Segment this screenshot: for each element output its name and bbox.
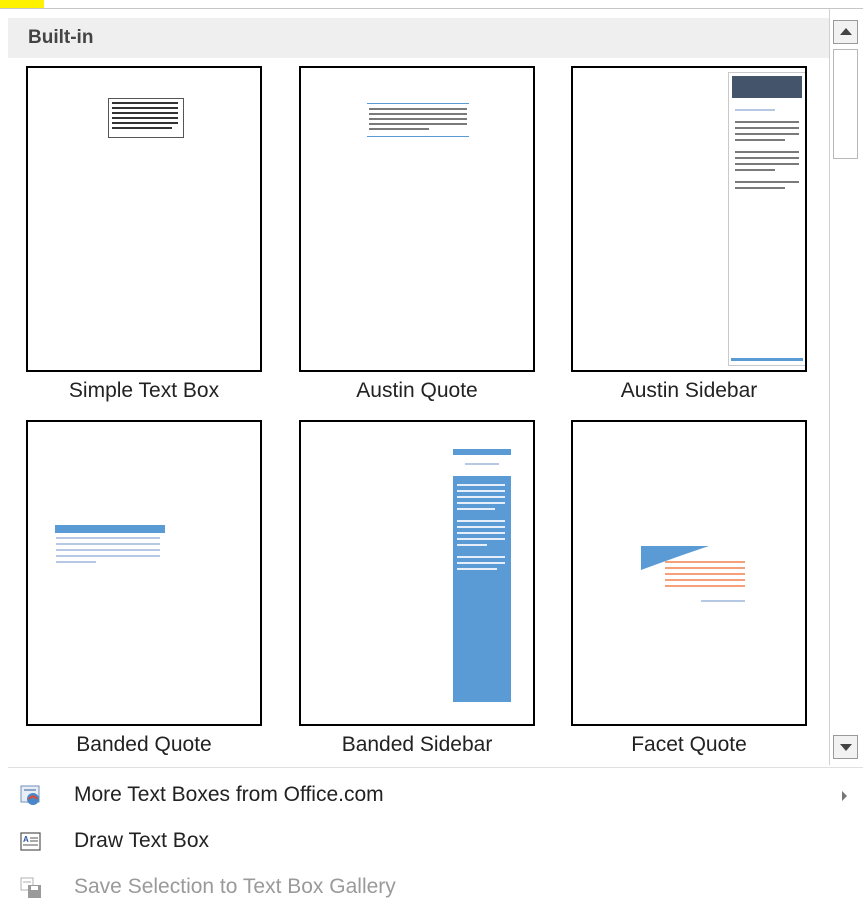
text-box-gallery: Built-in Simple Text Box Austin Quote Au… [8, 9, 829, 765]
scroll-down-button[interactable] [833, 735, 858, 759]
gallery-item-simple-text-box[interactable] [26, 66, 262, 372]
arrow-down-icon [840, 744, 852, 751]
gallery-item-austin-quote[interactable] [299, 66, 535, 372]
gallery-item-label: Simple Text Box [68, 379, 220, 402]
gallery-item-label: Facet Quote [631, 733, 747, 756]
menu-item-label: Save Selection to Text Box Gallery [74, 875, 396, 898]
gallery-item-label: Banded Sidebar [341, 733, 493, 756]
menu-item-label: More Text Boxes from Office.com [74, 783, 384, 806]
preview-text-box [108, 98, 184, 138]
selected-ribbon-tab-highlight [0, 0, 44, 8]
gallery-item-label: Austin Quote [356, 379, 478, 402]
draw-text-box-icon: A [20, 832, 41, 851]
gallery-item-label: Banded Quote [76, 733, 212, 756]
top-edge [0, 0, 863, 9]
save-selection-icon [20, 877, 41, 898]
menu-item-save-selection[interactable]: Save Selection to Text Box Gallery [8, 865, 863, 911]
gallery-item-label: Austin Sidebar [620, 379, 758, 402]
menu-item-draw-text-box[interactable]: A Draw Text Box [8, 819, 863, 865]
arrow-up-icon [840, 28, 852, 35]
menu-item-more-text-boxes[interactable]: More Text Boxes from Office.com [8, 773, 863, 819]
gallery-item-facet-quote[interactable] [571, 420, 807, 726]
menu-item-label: Draw Text Box [74, 829, 209, 852]
svg-text:A: A [23, 835, 29, 844]
menu-divider [8, 767, 863, 768]
gallery-item-banded-quote[interactable] [26, 420, 262, 726]
gallery-scrollbar[interactable] [829, 9, 863, 765]
office-com-icon [20, 785, 40, 805]
scroll-up-button[interactable] [833, 20, 858, 44]
submenu-arrow-icon [842, 791, 847, 801]
scroll-thumb[interactable] [833, 49, 858, 159]
gallery-item-banded-sidebar[interactable] [299, 420, 535, 726]
section-header: Built-in [8, 18, 829, 58]
gallery-item-austin-sidebar[interactable] [571, 66, 807, 372]
